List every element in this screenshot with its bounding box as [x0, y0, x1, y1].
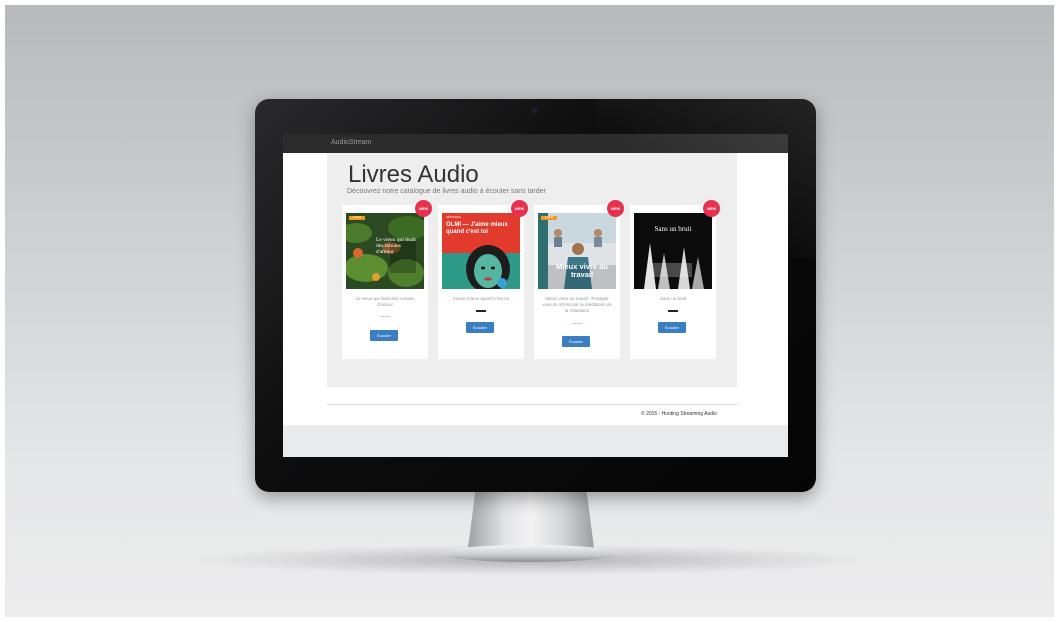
book-card[interactable]: Sans un bruit NEW Sans un bruit Écouter	[630, 200, 720, 359]
book-description: J'aime mieux quand c'est toi	[452, 296, 510, 301]
monitor-bezel: AudioStream Livres Audio Découvrez notre…	[255, 99, 816, 492]
book-cover[interactable]: Sans un bruit	[634, 213, 712, 289]
listen-button[interactable]: Écouter	[658, 322, 686, 333]
jumbotron: Livres Audio Découvrez notre catalogue d…	[327, 153, 737, 387]
new-badge: NEW	[703, 200, 720, 217]
cover-title: Sans un bruit	[654, 225, 692, 233]
book-card[interactable]: VÉRONIQUE OLMI — J'aime mieux quand c'es…	[438, 200, 528, 359]
book-cover[interactable]: audiolib Mieux vivre au travail	[538, 213, 616, 289]
listen-button[interactable]: Écouter	[370, 330, 398, 341]
monitor-stand-neck	[468, 490, 594, 548]
footer-copyright: © 2015 - Hunting Streaming Audio	[641, 411, 717, 417]
separator	[668, 310, 678, 312]
cover-title: Mieux vivre au travail	[556, 262, 608, 279]
navbar-brand[interactable]: AudioStream	[331, 139, 371, 146]
new-badge: NEW	[511, 200, 528, 217]
separator	[476, 310, 486, 312]
new-badge: NEW	[415, 200, 432, 217]
new-badge: NEW	[607, 200, 624, 217]
navbar: AudioStream	[283, 134, 788, 153]
footer-divider	[327, 404, 739, 405]
book-description: Sans un bruit	[659, 296, 687, 301]
camera-icon	[532, 108, 538, 114]
publisher-label: audiolib	[349, 216, 365, 220]
book-card[interactable]: audiolib Mieux vivre au travail NEW Mieu…	[534, 200, 624, 359]
listen-button[interactable]: Écouter	[562, 336, 590, 347]
author-label: VÉRONIQUE	[446, 216, 462, 219]
cover-title: Le vieux qui lisait des romans d'amour	[376, 237, 416, 255]
book-card[interactable]: audiolib Le vieux qui lisait des romans …	[342, 200, 432, 359]
book-cover[interactable]: audiolib Le vieux qui lisait des romans …	[346, 213, 424, 289]
browser-screen: AudioStream Livres Audio Découvrez notre…	[283, 134, 788, 457]
listen-button[interactable]: Écouter	[466, 322, 494, 333]
monitor-stand-base	[440, 545, 620, 562]
book-description: Le vieux qui lisait des romans d'amour	[355, 296, 415, 307]
separator	[572, 323, 582, 324]
page-title: Livres Audio	[348, 161, 479, 188]
cover-title: OLMI — J'aime mieux quand c'est toi	[446, 222, 508, 235]
page-content: Livres Audio Découvrez notre catalogue d…	[283, 153, 788, 425]
book-cover[interactable]: VÉRONIQUE OLMI — J'aime mieux quand c'es…	[442, 213, 520, 289]
publisher-label: audiolib	[541, 216, 557, 220]
page-subtitle: Découvrez notre catalogue de livres audi…	[347, 188, 546, 195]
separator	[380, 316, 390, 317]
book-description: Mieux vivre au travail : Protéger vous d…	[542, 296, 612, 313]
